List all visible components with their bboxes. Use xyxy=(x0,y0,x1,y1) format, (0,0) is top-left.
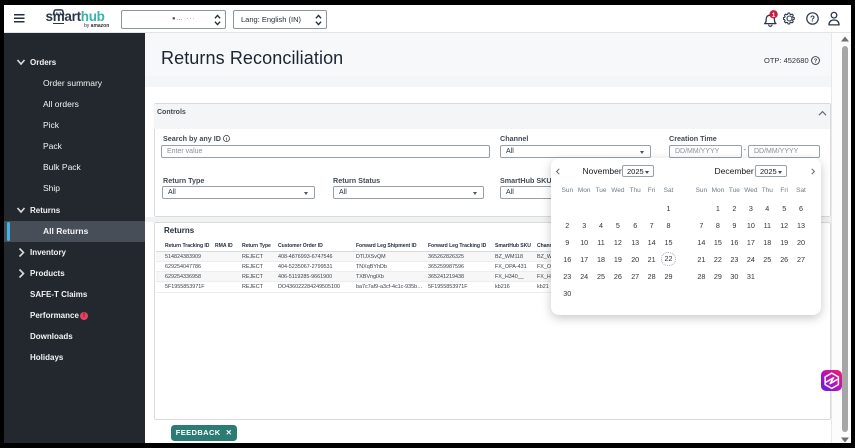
svg-text:1: 1 xyxy=(772,12,776,19)
svg-text:i: i xyxy=(226,136,227,142)
svg-text:?: ? xyxy=(814,59,818,65)
svg-text:?: ? xyxy=(810,14,815,23)
